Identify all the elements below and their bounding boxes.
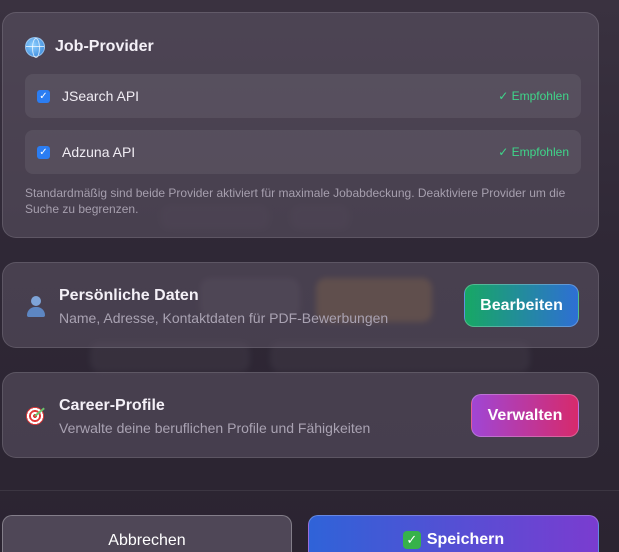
personal-data-title: Persönliche Daten xyxy=(59,287,199,304)
jsearch-checkbox[interactable]: ✓ xyxy=(37,89,50,103)
job-provider-header: Job-Provider xyxy=(25,37,154,58)
provider-row-adzuna[interactable]: ✓ Adzuna API ✓ Empfohlen xyxy=(25,130,581,174)
career-profile-title: Career-Profile xyxy=(59,397,165,414)
globe-icon xyxy=(25,37,45,58)
provider-note: Standardmäßig sind beide Provider aktivi… xyxy=(25,186,566,216)
adzuna-checkbox[interactable]: ✓ xyxy=(37,145,50,159)
career-profile-subtitle: Verwalte deine beruflichen Profile und F… xyxy=(59,420,371,436)
job-provider-card: Job-Provider ✓ JSearch API ✓ Empfohlen ✓… xyxy=(2,12,599,238)
save-button[interactable]: ✓ Speichern xyxy=(308,515,599,552)
cancel-button-label: Abbrechen xyxy=(108,532,186,549)
target-icon xyxy=(25,405,47,427)
edit-personal-data-button[interactable]: Bearbeiten xyxy=(464,284,579,327)
manage-career-profiles-button[interactable]: Verwalten xyxy=(471,394,579,437)
check-mark-icon: ✓ xyxy=(402,531,421,549)
personal-data-subtitle: Name, Adresse, Kontaktdaten für PDF-Bewe… xyxy=(59,310,389,326)
recommended-badge: ✓ Empfohlen xyxy=(498,89,569,103)
provider-row-jsearch[interactable]: ✓ JSearch API ✓ Empfohlen xyxy=(25,74,581,118)
cancel-button[interactable]: Abbrechen xyxy=(2,515,292,552)
save-button-label: Speichern xyxy=(426,531,505,548)
recommended-badge: ✓ Empfohlen xyxy=(498,145,569,159)
provider-name: JSearch API xyxy=(62,88,140,104)
footer-divider xyxy=(0,490,619,491)
provider-name: Adzuna API xyxy=(62,144,136,160)
person-icon xyxy=(25,295,47,317)
job-provider-title: Job-Provider xyxy=(55,38,154,55)
personal-data-card: Persönliche Daten Name, Adresse, Kontakt… xyxy=(2,262,599,348)
career-profile-card: Career-Profile Verwalte deine berufliche… xyxy=(2,372,599,458)
